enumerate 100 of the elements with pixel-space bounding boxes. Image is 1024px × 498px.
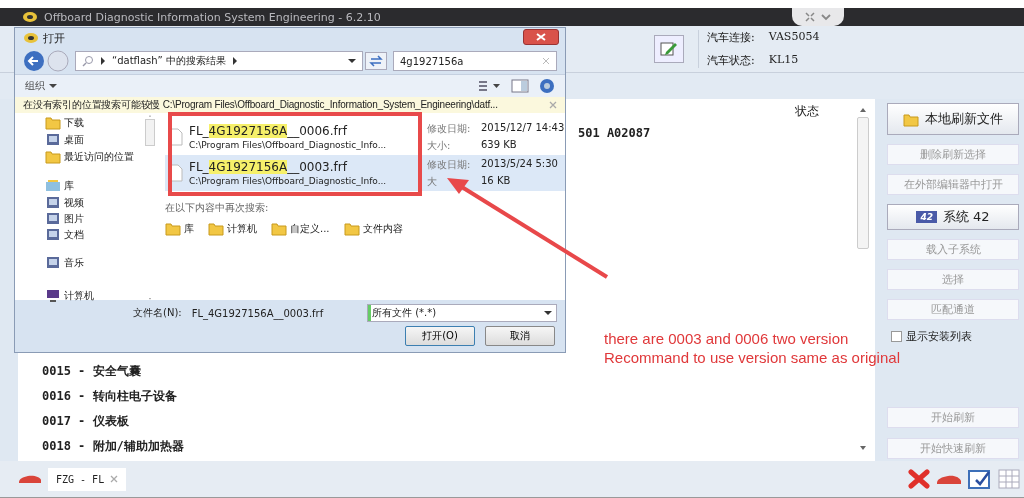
file-path: C:\Program Files\Offboard_Diagnostic_Info... (189, 176, 388, 186)
nav-item[interactable]: 计算机 (29, 288, 145, 303)
dropdown-icon (348, 58, 356, 64)
cross-icon[interactable] (908, 469, 930, 489)
nav-item[interactable]: 音乐 (29, 255, 145, 270)
search-icon (82, 55, 94, 67)
close-icon[interactable] (549, 101, 557, 109)
car-icon (18, 473, 42, 485)
dropdown-icon (544, 310, 552, 316)
size-value: 16 KB (481, 174, 511, 188)
chevron-right-icon (231, 57, 238, 65)
search-field[interactable]: 4g1927156a (393, 51, 557, 71)
search-location-link[interactable]: 自定义... (271, 221, 330, 236)
view-options-icon[interactable] (477, 79, 501, 93)
list-item[interactable]: 0015 - 安全气囊 (42, 363, 857, 380)
media-icon (45, 255, 61, 270)
close-icon (110, 475, 119, 483)
refresh-icon[interactable] (365, 52, 387, 70)
search-location-link[interactable]: 计算机 (208, 221, 257, 236)
date-label: 修改日期: (427, 121, 472, 136)
date-label: 修改日期: (427, 157, 472, 172)
folder-icon (208, 221, 224, 236)
grid-icon[interactable] (998, 469, 1020, 489)
media-icon (45, 227, 61, 242)
nav-item[interactable]: 文档 (29, 227, 145, 242)
vehicle-tab[interactable]: FZG - FL (48, 467, 127, 491)
media-icon (45, 132, 61, 147)
nav-item[interactable]: 视频 (29, 195, 145, 210)
close-button[interactable] (523, 29, 559, 45)
scroll-down-icon (859, 445, 867, 451)
preview-pane-icon[interactable] (511, 79, 529, 93)
nav-item[interactable]: 图片 (29, 211, 145, 226)
nav-item[interactable]: 下载 (29, 115, 145, 130)
status-label: 汽车状态: (707, 53, 755, 68)
folder-icon (343, 221, 360, 236)
module-id-text: 501 A02087 (578, 126, 651, 140)
search-location-link[interactable]: 库 (165, 221, 194, 236)
scroll-up-icon (859, 107, 867, 113)
scroll-thumb[interactable] (145, 118, 155, 147)
window-title: Offboard Diagnostic Information System Engineering - 6.2.10 (44, 10, 381, 24)
chevron-right-icon (100, 57, 106, 65)
folder-icon (45, 149, 61, 164)
date-value: 2015/12/7 14:43 (481, 121, 565, 135)
restore-icon (805, 12, 815, 22)
organize-menu[interactable]: 组织 (25, 79, 57, 93)
folder-icon (45, 115, 61, 130)
dialog-button[interactable]: 取消 (485, 326, 555, 346)
media-icon (45, 211, 61, 226)
file-type-dropdown[interactable]: 所有文件 (*.*) (367, 304, 557, 322)
dialog-button[interactable]: 打开(O) (405, 326, 475, 346)
file-name-label: 文件名(N): (133, 306, 182, 320)
folder-icon (271, 221, 287, 236)
help-icon[interactable] (539, 78, 555, 94)
checkbox[interactable] (891, 331, 902, 342)
notice-text: 在没有索引的位置搜索可能较慢 C:\Program Files\Offboard_Diagnostic_Information_System_Engineering\datf... (23, 98, 498, 112)
folder-icon (903, 111, 919, 127)
address-bar[interactable]: “datflash” 中的搜索结果 (75, 51, 363, 71)
dropdown-icon (49, 83, 57, 89)
app-logo-icon (22, 11, 38, 23)
file-name-field[interactable]: FL_4G1927156A__0003.frf (191, 307, 357, 319)
chevron-down-icon (821, 12, 831, 22)
size-value: 639 KB (481, 138, 517, 152)
app-logo-icon (23, 32, 39, 44)
nav-item[interactable]: 库 (29, 178, 145, 193)
file-result[interactable]: FL_4G1927156A__0003.frf C:\Program Files\Offboard_Diagnostic_Info... 修改日期: 2013/5/24 5:30 大 16 KB (165, 155, 565, 191)
search-location-link[interactable]: 文件内容 (343, 221, 403, 236)
window-controls[interactable] (792, 8, 844, 26)
checkbox-label: 显示安装列表 (906, 329, 972, 344)
status-value: KL15 (768, 53, 799, 68)
action-button[interactable]: 本地刷新文件 (887, 103, 1019, 135)
close-icon (536, 33, 546, 41)
folder-icon (165, 221, 181, 236)
file-result[interactable]: FL_4G1927156A__0006.frf C:\Program Files\Offboard_Diagnostic_Info... 修改日期: 2015/12/7 14:43 大小: 639 KB (165, 119, 565, 155)
clear-icon (542, 57, 550, 65)
date-value: 2013/5/24 5:30 (481, 157, 558, 171)
media-icon (45, 195, 61, 210)
status-label: 汽车连接: (707, 30, 755, 45)
list-item[interactable]: 0017 - 仪表板 (42, 413, 857, 430)
list-item[interactable]: 0016 - 转向柱电子设备 (42, 388, 857, 405)
library-icon (45, 178, 61, 193)
action-button[interactable]: 42 系统 42 (887, 204, 1019, 230)
dialog-title: 打开 (43, 30, 65, 46)
nav-item[interactable]: 桌面 (29, 132, 145, 147)
checklist-icon[interactable] (968, 469, 992, 489)
status-value: VAS5054 (768, 30, 820, 45)
annotation-text: Recommand to use version same as original (604, 349, 900, 366)
annotation-text: there are 0003 and 0006 two version (604, 330, 849, 347)
edit-icon (660, 41, 678, 57)
back-icon[interactable] (23, 50, 45, 72)
scroll-thumb[interactable] (857, 117, 869, 249)
size-label: 大 (427, 174, 438, 189)
nav-item[interactable]: 最近访问的位置 (29, 149, 145, 164)
size-label: 大小: (427, 138, 452, 153)
file-path: C:\Program Files\Offboard_Diagnostic_Info... (189, 140, 388, 150)
scroll-down-icon (146, 298, 154, 300)
edit-button[interactable] (654, 35, 684, 63)
computer-icon (45, 288, 61, 303)
search-again-label: 在以下内容中再次搜索: (165, 201, 270, 215)
column-header: 状态 (795, 103, 819, 120)
list-item[interactable]: 0018 - 附加/辅助加热器 (42, 438, 857, 455)
